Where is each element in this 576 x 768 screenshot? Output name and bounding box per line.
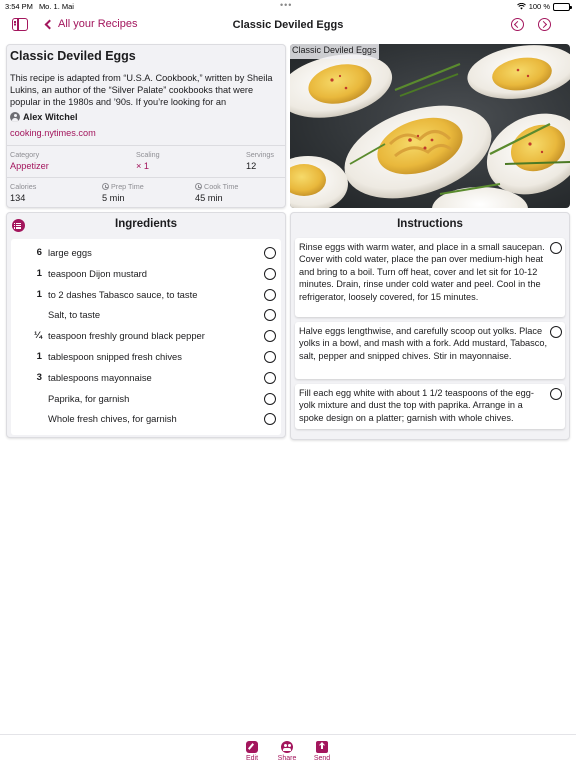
ingredient-quantity: ¼: [33, 330, 42, 342]
source-link[interactable]: cooking.nytimes.com: [10, 128, 96, 138]
author: Alex Witchel: [10, 112, 78, 122]
page-title: Classic Deviled Eggs: [232, 19, 344, 31]
ingredient-text: Paprika, for garnish: [48, 392, 130, 404]
send-label: Send: [313, 755, 331, 762]
ingredient-quantity: 3: [36, 371, 42, 383]
ingredient-text: tablespoon snipped fresh chives: [48, 351, 182, 362]
checkbox-circle-icon[interactable]: [264, 247, 276, 259]
ingredient-row[interactable]: 1 teaspoon Dijon mustard: [11, 263, 281, 283]
ingredient-text: teaspoon Dijon mustard: [48, 267, 148, 279]
ingredient-text: large eggs: [48, 247, 92, 258]
ingredient-text: to 2 dashes Tabasco sauce, to taste: [48, 288, 198, 300]
scaling-value[interactable]: × 1: [136, 161, 149, 171]
ingredients-panel: Ingredients 6 large eggs 1 teaspoon Dijo…: [6, 212, 286, 438]
ingredient-row[interactable]: Salt, to taste: [11, 304, 281, 324]
category-label: Category: [10, 150, 40, 159]
prep-time-label: Prep Time: [111, 182, 144, 191]
category-value[interactable]: Appetizer: [10, 161, 49, 171]
instruction-text: Rinse eggs with warm water, and place in…: [299, 242, 545, 302]
recipe-info-card: Classic Deviled Eggs This recipe is adap…: [6, 44, 286, 208]
recipe-title: Classic Deviled Eggs: [10, 49, 136, 63]
instruction-step[interactable]: Rinse eggs with warm water, and place in…: [295, 238, 565, 317]
edit-label: Edit: [245, 755, 259, 762]
ingredient-text: Whole fresh chives, for garnish: [48, 413, 177, 425]
send-icon: [316, 741, 328, 753]
ingredient-text: Salt, to taste: [48, 309, 101, 321]
ingredients-list: 6 large eggs 1 teaspoon Dijon mustard 1 …: [11, 239, 281, 435]
battery-percent: 100 %: [528, 2, 550, 11]
checkbox-circle-icon[interactable]: [264, 267, 276, 280]
instruction-text: Halve eggs lengthwise, and carefully sco…: [299, 326, 548, 361]
calories-value: 134: [10, 193, 26, 203]
person-icon: [10, 112, 20, 122]
ingredient-text: teaspoon freshly ground black pepper: [48, 330, 205, 342]
checkbox-circle-icon[interactable]: [550, 388, 562, 400]
ingredient-quantity: 1: [36, 267, 42, 279]
instructions-panel: Instructions Rinse eggs with warm water,…: [290, 212, 570, 440]
checkbox-circle-icon[interactable]: [264, 309, 276, 322]
wifi-icon: [516, 3, 526, 10]
ingredient-quantity: 1: [36, 351, 42, 362]
instruction-step[interactable]: Halve eggs lengthwise, and carefully sco…: [295, 322, 565, 379]
redo-icon[interactable]: [538, 18, 551, 31]
undo-icon[interactable]: [511, 18, 524, 31]
ingredient-row[interactable]: ¼ teaspoon freshly ground black pepper: [11, 325, 281, 345]
edit-icon: [246, 741, 258, 753]
scaling-label: Scaling: [136, 150, 160, 159]
checkbox-circle-icon[interactable]: [550, 326, 562, 338]
ingredient-quantity: 6: [36, 247, 42, 258]
cook-time-label: Cook Time: [204, 182, 239, 191]
multitasking-dots-icon[interactable]: •••: [280, 0, 292, 10]
deviled-eggs-image: [290, 45, 570, 208]
servings-value[interactable]: 12: [246, 161, 256, 171]
instruction-step[interactable]: Fill each egg white with about 1 1/2 tea…: [295, 384, 565, 429]
checkbox-circle-icon[interactable]: [264, 413, 276, 426]
battery-icon: [553, 2, 572, 11]
checkbox-circle-icon[interactable]: [264, 371, 276, 384]
send-button[interactable]: Send: [307, 741, 337, 762]
recipe-photo[interactable]: Classic Deviled Eggs: [290, 44, 570, 208]
edit-button[interactable]: Edit: [237, 741, 267, 762]
share-people-icon: [281, 741, 293, 753]
ingredient-row[interactable]: 1 to 2 dashes Tabasco sauce, to taste: [11, 284, 281, 304]
status-date: Mo. 1. Mai: [38, 2, 74, 11]
calories-label: Calories: [10, 182, 37, 191]
checkbox-circle-icon[interactable]: [264, 392, 276, 405]
prep-time-value: 5 min: [102, 193, 125, 203]
share-button[interactable]: Share: [272, 741, 302, 762]
ingredient-row[interactable]: Whole fresh chives, for garnish: [11, 408, 281, 428]
ingredient-row[interactable]: 6 large eggs: [11, 242, 281, 262]
ingredient-row[interactable]: 3 tablespoons mayonnaise: [11, 367, 281, 387]
checkbox-circle-icon[interactable]: [264, 330, 276, 343]
navigation-bar: All your Recipes Classic Deviled Eggs: [0, 12, 576, 40]
status-bar: 3:54 PM Mo. 1. Mai ••• 100 %: [0, 0, 576, 12]
ingredient-row[interactable]: Paprika, for garnish: [11, 388, 281, 408]
checkbox-circle-icon[interactable]: [264, 288, 276, 301]
photo-caption: Classic Deviled Eggs: [290, 44, 379, 59]
bottom-toolbar: Edit Share Send: [0, 734, 576, 768]
share-label: Share: [277, 755, 297, 762]
instruction-text: Fill each egg white with about 1 1/2 tea…: [299, 388, 534, 423]
instructions-title: Instructions: [397, 218, 463, 230]
ingredient-text: tablespoons mayonnaise: [48, 371, 152, 383]
divider: [7, 177, 285, 178]
clock-icon: [195, 183, 202, 190]
ingredient-quantity: 1: [36, 288, 42, 300]
status-time: 3:54 PM: [5, 2, 33, 11]
recipe-description: This recipe is adapted from “U.S.A. Cook…: [10, 73, 273, 108]
checkbox-circle-icon[interactable]: [550, 242, 562, 254]
checkbox-circle-icon[interactable]: [264, 351, 276, 363]
ingredient-row[interactable]: 1 tablespoon snipped fresh chives: [11, 346, 281, 366]
clock-icon: [102, 183, 109, 190]
divider: [7, 145, 285, 146]
servings-label: Servings: [246, 150, 274, 159]
cook-time-value: 45 min: [195, 193, 223, 203]
author-name: Alex Witchel: [23, 112, 78, 122]
ingredients-title: Ingredients: [115, 218, 177, 230]
